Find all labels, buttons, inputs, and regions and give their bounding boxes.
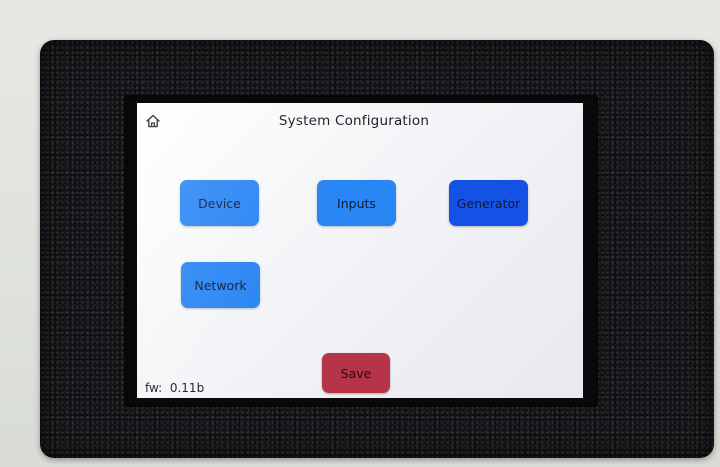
save-button[interactable]: Save [322,353,390,393]
page-title: System Configuration [278,113,430,129]
firmware-version: fw: 0.11b [145,381,205,395]
inputs-button[interactable]: Inputs [317,180,396,226]
device-button[interactable]: Device [180,180,259,226]
generator-button[interactable]: Generator [449,180,528,226]
network-button[interactable]: Network [181,262,260,308]
touch-screen: System Configuration Device Inputs Gener… [137,103,583,398]
photo-scene: System Configuration Device Inputs Gener… [0,0,720,467]
